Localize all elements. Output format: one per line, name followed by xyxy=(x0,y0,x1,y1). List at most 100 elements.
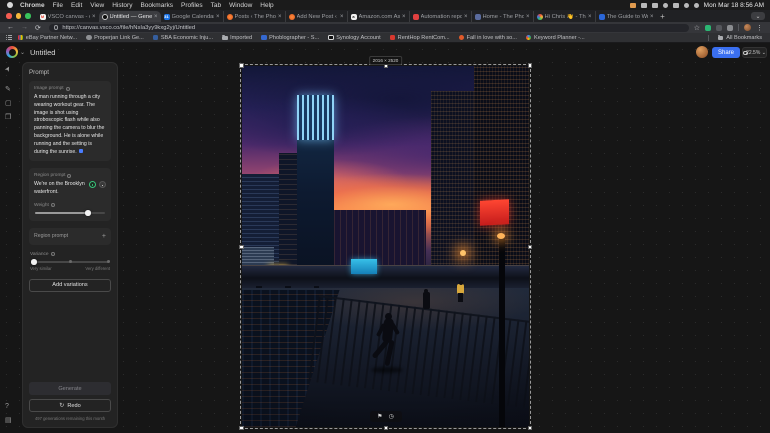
menu-chrome[interactable]: Chrome xyxy=(20,2,45,9)
battery-icon[interactable] xyxy=(652,3,658,8)
tab-search-button[interactable]: ⌄ xyxy=(751,12,765,20)
apps-grid-icon[interactable] xyxy=(6,35,12,41)
shape-tool-icon[interactable]: ▢ xyxy=(5,99,12,107)
variance-slider[interactable] xyxy=(31,261,109,263)
menu-edit[interactable]: Edit xyxy=(71,2,82,9)
wifi-icon[interactable] xyxy=(673,3,679,8)
tab-close-icon[interactable]: × xyxy=(278,14,282,20)
chevron-down-icon[interactable]: ⌄ xyxy=(20,49,25,56)
resize-handle[interactable] xyxy=(384,426,389,431)
minimize-window-button[interactable] xyxy=(16,13,22,19)
redo-button[interactable]: ↻ Redo xyxy=(29,399,111,412)
bookmark-fall-in-love[interactable]: Fall in love with so... xyxy=(459,35,517,41)
menu-help[interactable]: Help xyxy=(260,2,273,9)
history-icon[interactable]: ◷ xyxy=(389,413,394,420)
resize-handle[interactable] xyxy=(239,426,244,431)
tab-guide-to-writing[interactable]: The Guide to Writing for Th... × xyxy=(595,11,657,22)
info-icon[interactable]: i xyxy=(67,174,71,178)
tab-close-icon[interactable]: × xyxy=(154,14,158,20)
share-button[interactable]: Share xyxy=(712,47,740,58)
extension-icon[interactable] xyxy=(705,25,711,31)
user-avatar[interactable] xyxy=(696,46,708,58)
tab-home-phoblographer[interactable]: Home - The Phoblographer ... × xyxy=(471,11,533,22)
tab-close-icon[interactable]: × xyxy=(340,14,344,20)
add-region-prompt-row[interactable]: Region prompt + xyxy=(29,228,111,245)
menu-profiles[interactable]: Profiles xyxy=(181,2,203,9)
resize-handle[interactable] xyxy=(528,63,533,68)
menu-history[interactable]: History xyxy=(112,2,132,9)
zoom-control[interactable]: 22.5% ⌄ xyxy=(742,47,767,58)
tab-close-icon[interactable]: × xyxy=(402,14,406,20)
fullscreen-window-button[interactable] xyxy=(25,13,31,19)
generate-button[interactable]: Generate xyxy=(29,382,111,395)
tab-close-icon[interactable]: × xyxy=(588,14,592,20)
menu-view[interactable]: View xyxy=(90,2,104,9)
menu-window[interactable]: Window xyxy=(229,2,252,9)
weight-slider[interactable] xyxy=(35,212,105,214)
site-info-icon[interactable] xyxy=(54,25,59,30)
tab-close-icon[interactable]: × xyxy=(650,14,654,20)
resize-handle[interactable] xyxy=(239,245,244,250)
image-prompt-textarea[interactable]: A man running through a city wearing wor… xyxy=(34,94,106,156)
display-icon[interactable] xyxy=(641,3,647,8)
layers-tool-icon[interactable]: ❐ xyxy=(5,113,11,121)
tab-google-calendar[interactable]: 31 Google Calendar - Week of ... × xyxy=(161,11,223,22)
menubar-clock[interactable]: Mon Mar 18 8:56 AM xyxy=(704,2,764,9)
tab-amazon-associates[interactable]: a Amazon.com Associates Ce... × xyxy=(347,11,409,22)
resize-handle[interactable] xyxy=(528,245,533,250)
tab-close-icon[interactable]: × xyxy=(92,14,96,20)
extension-icon[interactable] xyxy=(716,25,722,31)
cursor-tool-icon[interactable]: ➤ xyxy=(3,64,13,73)
chrome-menu-icon[interactable]: ⋮ xyxy=(756,24,763,32)
bookmark-imported-folder[interactable]: Imported xyxy=(222,35,252,41)
menu-bookmarks[interactable]: Bookmarks xyxy=(140,2,173,9)
tab-hi-chris[interactable]: Hi Chris 👋 - The Phoblogra... × xyxy=(533,11,595,22)
info-icon[interactable]: i xyxy=(66,87,70,91)
bookmark-phoblographer[interactable]: Phoblographer - S... xyxy=(261,35,319,41)
info-icon[interactable]: i xyxy=(51,252,55,256)
menu-tab[interactable]: Tab xyxy=(211,2,221,9)
help-icon[interactable]: ? xyxy=(5,403,9,410)
bluetooth-icon[interactable] xyxy=(663,3,668,8)
extension-icon[interactable] xyxy=(727,25,733,31)
resize-handle[interactable] xyxy=(239,63,244,68)
resize-handle[interactable] xyxy=(528,426,533,431)
variance-slider-thumb[interactable] xyxy=(31,259,37,265)
back-icon[interactable]: ← xyxy=(7,24,14,31)
enhance-icon[interactable] xyxy=(79,149,83,153)
tab-close-icon[interactable]: × xyxy=(216,14,220,20)
bookmark-keyword-planner[interactable]: Keyword Planner -... xyxy=(526,35,585,41)
search-icon[interactable] xyxy=(684,3,689,8)
tab-close-icon[interactable]: × xyxy=(526,14,530,20)
plus-icon[interactable]: + xyxy=(102,233,106,240)
generated-image[interactable]: 2016 × 2520 xyxy=(242,66,529,427)
bookmark-synology[interactable]: Synology Account xyxy=(328,35,380,41)
bookmark-properjan[interactable]: Properjan Link Ge... xyxy=(86,35,144,41)
region-color-badge[interactable] xyxy=(89,181,96,188)
feedback-icon[interactable]: ▤ xyxy=(5,416,12,424)
menu-file[interactable]: File xyxy=(53,2,63,9)
pencil-tool-icon[interactable]: ✎ xyxy=(5,85,11,93)
screen-record-icon[interactable] xyxy=(630,3,636,8)
url-text[interactable]: https://canvas.vsco.co/file/hNsIa3yy9kxg… xyxy=(62,25,195,31)
tab-posts[interactable]: Posts ‹ The Phoblographer — × xyxy=(223,11,285,22)
bookmark-renthop[interactable]: RentHop RentCom... xyxy=(390,35,450,41)
tab-gmail[interactable]: M VSCO canvas - chrisgampat × xyxy=(37,11,99,22)
vsco-canvas-logo[interactable] xyxy=(6,46,18,58)
info-icon[interactable]: i xyxy=(51,203,55,207)
region-visibility-toggle[interactable] xyxy=(99,181,106,188)
address-bar[interactable]: https://canvas.vsco.co/file/hNsIa3yy9kxg… xyxy=(49,24,689,32)
tab-add-new-post[interactable]: Add New Post ‹ The Phoblo... × xyxy=(285,11,347,22)
bookmark-star-icon[interactable]: ☆ xyxy=(694,24,700,32)
region-prompt-textarea[interactable]: We're on the Brooklyn waterfront. xyxy=(34,181,86,197)
weight-slider-thumb[interactable] xyxy=(85,210,91,216)
all-bookmarks-button[interactable]: All Bookmarks xyxy=(708,35,770,41)
tab-close-icon[interactable]: × xyxy=(464,14,468,20)
forward-icon[interactable]: → xyxy=(21,24,28,31)
close-window-button[interactable] xyxy=(6,13,12,19)
tab-reporting[interactable]: Automation reporting syste... × xyxy=(409,11,471,22)
document-title[interactable]: Untitled xyxy=(30,48,55,57)
bookmark-ebay[interactable]: eBay Partner Netw... xyxy=(18,35,77,41)
flag-icon[interactable]: ⚑ xyxy=(377,413,382,420)
add-variations-button[interactable]: Add variations xyxy=(29,279,111,292)
